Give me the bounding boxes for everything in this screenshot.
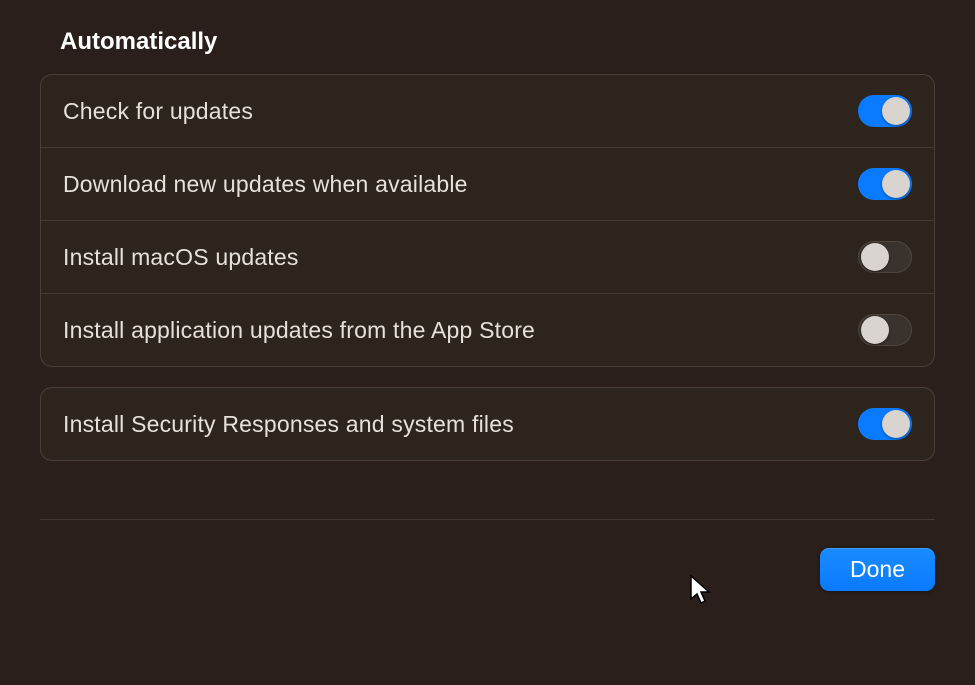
toggle-knob — [861, 243, 889, 271]
row-label: Install Security Responses and system fi… — [63, 411, 514, 438]
footer: Done — [40, 519, 935, 621]
row-install-security-responses: Install Security Responses and system fi… — [41, 388, 934, 460]
toggle-knob — [882, 170, 910, 198]
toggle-knob — [861, 316, 889, 344]
toggle-knob — [882, 410, 910, 438]
row-label: Download new updates when available — [63, 171, 468, 198]
section-title: Automatically — [60, 28, 935, 56]
row-label: Check for updates — [63, 98, 253, 125]
row-download-new-updates: Download new updates when available — [41, 148, 934, 221]
row-label: Install macOS updates — [63, 244, 299, 271]
toggle-download-new-updates[interactable] — [858, 168, 912, 200]
toggle-knob — [882, 97, 910, 125]
group-automatic-updates: Check for updates Download new updates w… — [40, 74, 935, 367]
row-install-macos-updates: Install macOS updates — [41, 221, 934, 294]
software-update-automatic-panel: Automatically Check for updates Download… — [0, 0, 975, 685]
row-label: Install application updates from the App… — [63, 317, 535, 344]
done-button[interactable]: Done — [820, 548, 935, 591]
row-install-app-store-updates: Install application updates from the App… — [41, 294, 934, 366]
toggle-install-macos-updates[interactable] — [858, 241, 912, 273]
toggle-install-app-store-updates[interactable] — [858, 314, 912, 346]
toggle-install-security-responses[interactable] — [858, 408, 912, 440]
toggle-check-for-updates[interactable] — [858, 95, 912, 127]
row-check-for-updates: Check for updates — [41, 75, 934, 148]
group-security-responses: Install Security Responses and system fi… — [40, 387, 935, 461]
